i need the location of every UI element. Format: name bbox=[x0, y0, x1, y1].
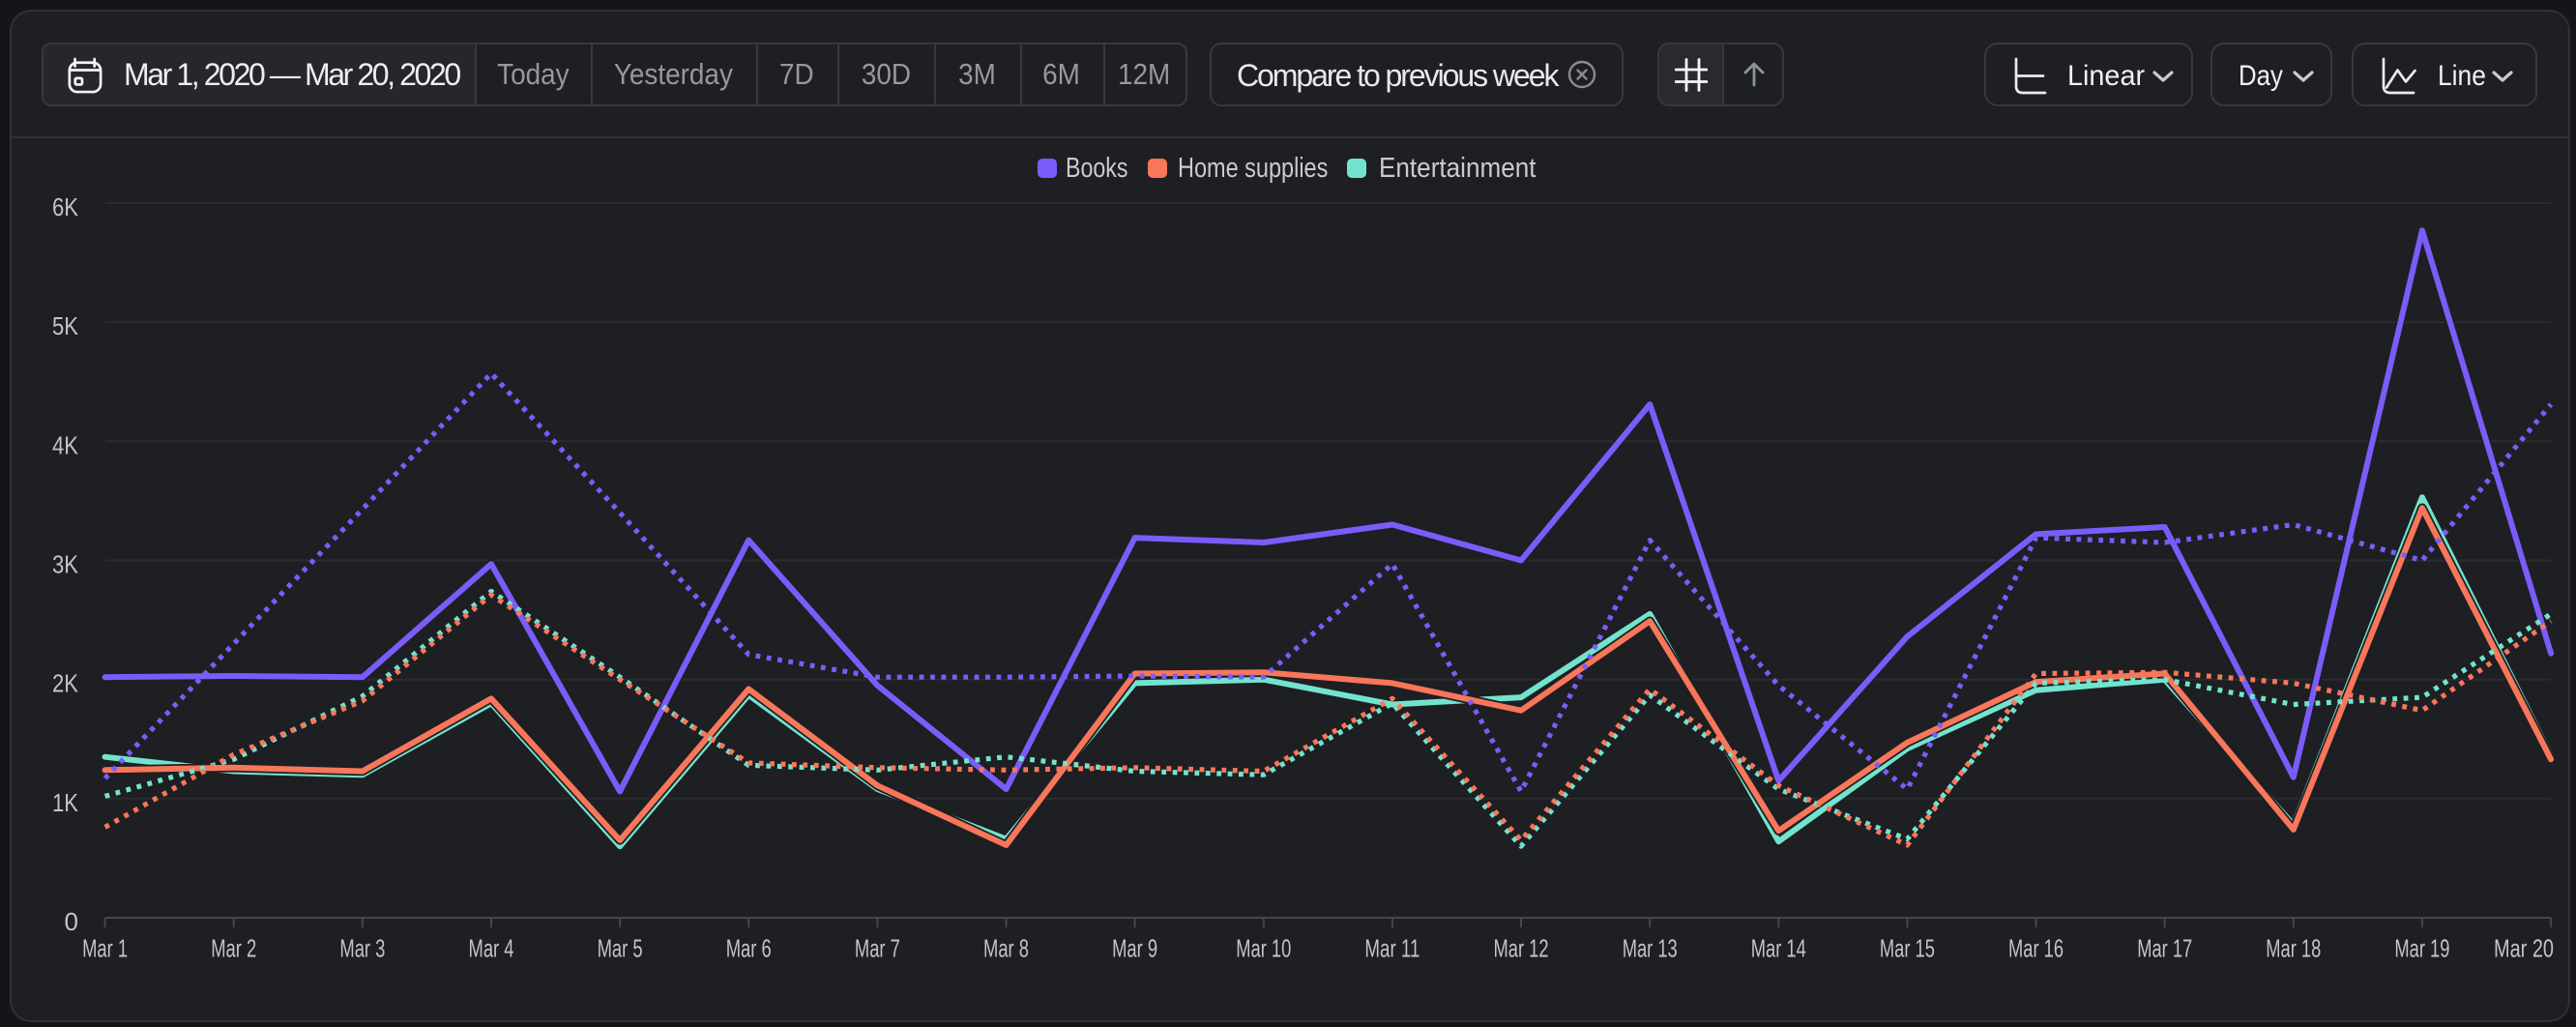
svg-text:Mar 17: Mar 17 bbox=[2137, 934, 2192, 963]
svg-text:Mar 13: Mar 13 bbox=[1623, 934, 1678, 963]
svg-text:Mar 18: Mar 18 bbox=[2266, 934, 2321, 963]
svg-text:Mar 8: Mar 8 bbox=[983, 934, 1029, 963]
svg-text:Mar 12: Mar 12 bbox=[1494, 934, 1549, 963]
svg-text:3K: 3K bbox=[52, 550, 79, 579]
svg-text:Mar 9: Mar 9 bbox=[1112, 934, 1157, 963]
svg-text:Mar 16: Mar 16 bbox=[2008, 934, 2064, 963]
svg-text:6K: 6K bbox=[52, 192, 79, 221]
svg-text:Mar 11: Mar 11 bbox=[1364, 934, 1420, 963]
svg-text:Mar 4: Mar 4 bbox=[469, 934, 514, 963]
svg-text:Mar 15: Mar 15 bbox=[1880, 934, 1935, 963]
svg-text:5K: 5K bbox=[52, 311, 79, 340]
svg-text:Mar 10: Mar 10 bbox=[1236, 934, 1291, 963]
svg-text:1K: 1K bbox=[52, 788, 79, 817]
svg-text:2K: 2K bbox=[52, 669, 79, 698]
svg-text:Mar 20: Mar 20 bbox=[2494, 934, 2554, 963]
svg-text:Mar 7: Mar 7 bbox=[855, 934, 900, 963]
svg-text:Mar 2: Mar 2 bbox=[211, 934, 256, 963]
svg-text:Mar 6: Mar 6 bbox=[726, 934, 772, 963]
svg-text:Mar 5: Mar 5 bbox=[598, 934, 643, 963]
svg-text:Mar 19: Mar 19 bbox=[2394, 934, 2449, 963]
svg-text:Mar 14: Mar 14 bbox=[1751, 934, 1806, 963]
svg-text:Mar 3: Mar 3 bbox=[339, 934, 385, 963]
svg-text:4K: 4K bbox=[52, 430, 79, 459]
svg-text:Mar 1: Mar 1 bbox=[82, 934, 128, 963]
svg-text:0: 0 bbox=[65, 907, 78, 936]
